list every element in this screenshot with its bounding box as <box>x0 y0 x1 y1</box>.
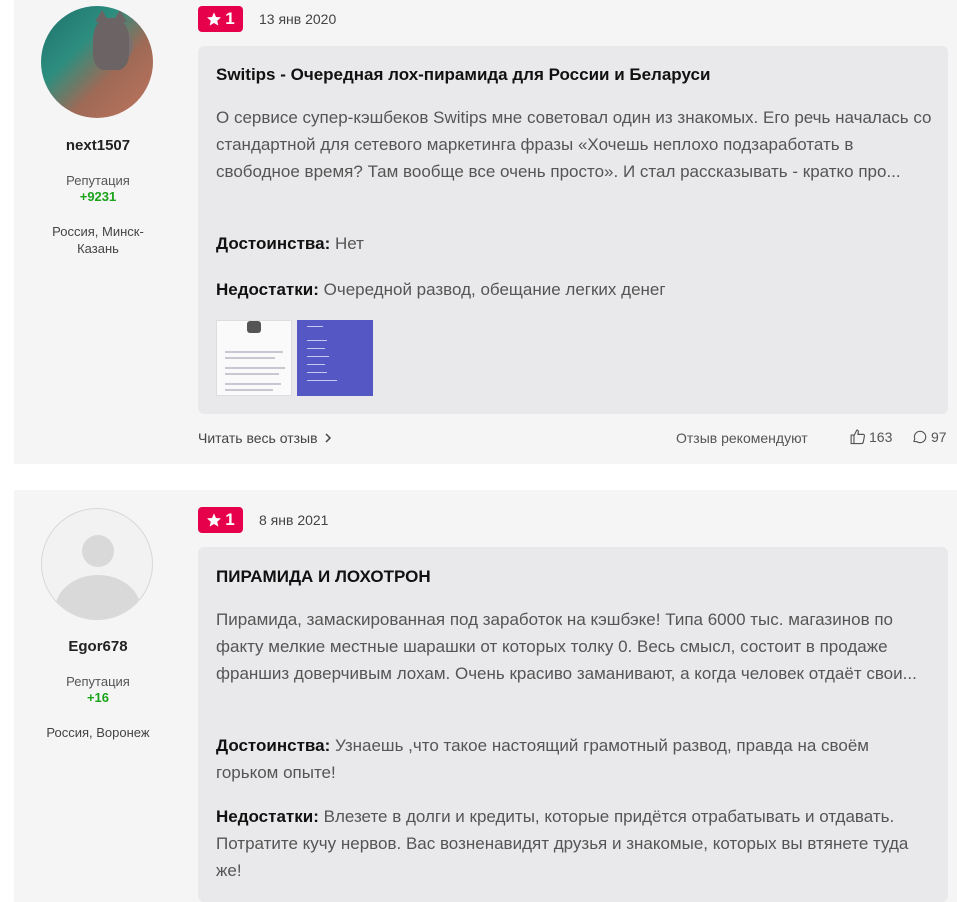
reputation-label: Репутация <box>66 674 130 689</box>
cat-photo <box>93 10 129 70</box>
pros: Достоинства: Узнаешь ,что такое настоящи… <box>216 732 932 786</box>
review-title[interactable]: ПИРАМИДА И ЛОХОТРОН <box>216 567 431 587</box>
avatar-placeholder-body <box>55 575 141 619</box>
user-location: Россия, Минск-Казань <box>52 224 144 256</box>
comment-icon <box>913 430 927 444</box>
pros-text: Нет <box>335 234 364 253</box>
pros: Достоинства: Нет <box>216 230 932 257</box>
cons-text: Влезете в долги и кредиты, которые придё… <box>216 807 909 880</box>
read-more-link[interactable]: Читать весь отзыв <box>198 430 332 446</box>
review-card: Egor678 Репутация +16 Россия, Воронеж 1 … <box>14 490 957 902</box>
username[interactable]: next1507 <box>14 137 182 154</box>
user-location: Россия, Воронеж <box>46 725 150 740</box>
rating-value: 1 <box>225 9 235 28</box>
photo-thumbnail[interactable] <box>216 320 292 396</box>
review-body: ПИРАМИДА И ЛОХОТРОН Пирамида, замаскиров… <box>198 547 948 902</box>
recommend-label: Отзыв рекомендуют <box>676 430 808 446</box>
cons-label: Недостатки: <box>216 807 319 826</box>
reputation-value: +9231 <box>79 189 117 204</box>
cons-label: Недостатки: <box>216 280 319 299</box>
likes-button[interactable]: 163 <box>849 428 892 445</box>
rating-value: 1 <box>225 510 235 529</box>
comments-button[interactable]: 97 <box>911 428 947 445</box>
reputation-label: Репутация <box>66 173 130 188</box>
read-more-label: Читать весь отзыв <box>198 430 318 446</box>
pros-label: Достоинства: <box>216 736 331 755</box>
avatar[interactable] <box>41 508 153 620</box>
cons: Недостатки: Очередной развод, обещание л… <box>216 276 932 303</box>
review-text: Пирамида, замаскированная под заработок … <box>216 610 917 683</box>
star-icon <box>207 513 222 527</box>
photo-thumbnail[interactable] <box>297 320 373 396</box>
review-date: 13 янв 2020 <box>259 11 337 27</box>
review-body: Switips - Очередная лох-пирамида для Рос… <box>198 46 948 414</box>
cons: Недостатки: Влезете в долги и кредиты, к… <box>216 803 932 884</box>
comments-count: 97 <box>931 428 947 445</box>
review-card: next1507 Репутация +9231 Россия, Минск-К… <box>14 0 957 464</box>
pros-label: Достоинства: <box>216 234 331 253</box>
review-date: 8 янв 2021 <box>259 512 329 528</box>
avatar-placeholder-head <box>82 535 114 567</box>
cons-text: Очередной развод, обещание легких денег <box>323 280 666 299</box>
username[interactable]: Egor678 <box>14 638 182 655</box>
rating-badge: 1 <box>198 507 243 533</box>
reputation-value: +16 <box>86 690 110 705</box>
thumbs-up-icon <box>850 429 866 445</box>
avatar[interactable] <box>41 6 153 118</box>
chevron-right-icon <box>325 433 331 443</box>
review-title[interactable]: Switips - Очередная лох-пирамида для Рос… <box>216 65 710 85</box>
likes-count: 163 <box>869 428 893 445</box>
review-text: О сервисе супер-кэшбеков Switips мне сов… <box>216 108 932 181</box>
play-icon <box>247 321 261 333</box>
rating-badge: 1 <box>198 6 243 32</box>
star-icon <box>207 12 222 26</box>
